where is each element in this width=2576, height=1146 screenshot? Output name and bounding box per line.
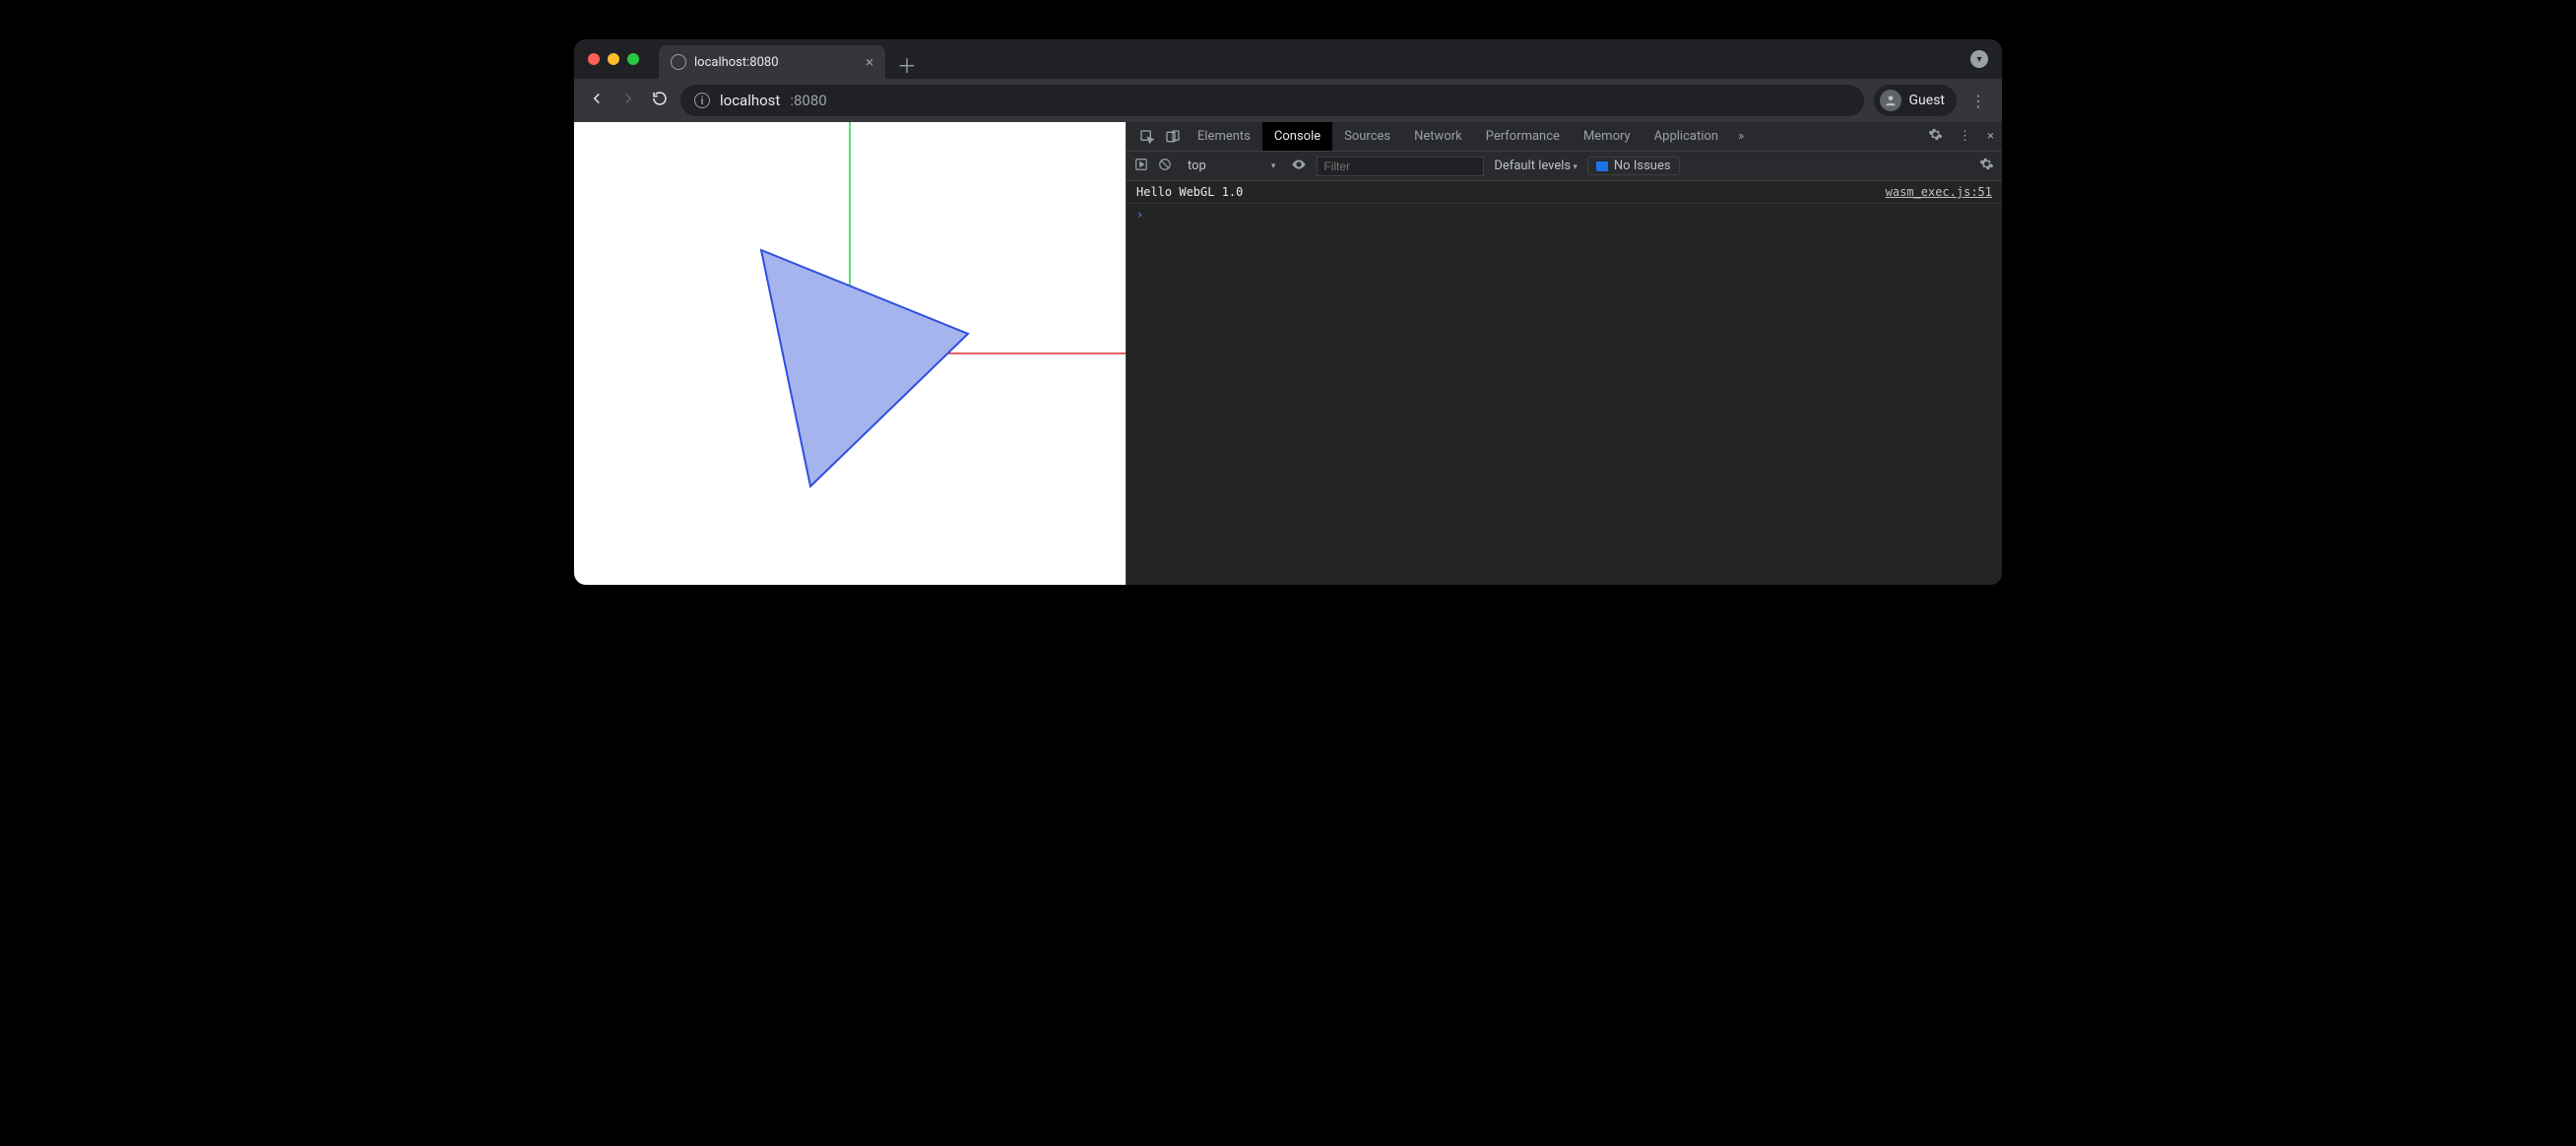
context-selector[interactable]: top <box>1182 159 1281 173</box>
live-expression-icon[interactable] <box>1291 157 1307 176</box>
url-port: :8080 <box>790 92 826 109</box>
tab-title: localhost:8080 <box>694 55 779 70</box>
titlebar: localhost:8080 × ＋ ▾ <box>574 39 2002 79</box>
clear-console-icon[interactable] <box>1158 158 1172 175</box>
console-toolbar: top Default levels No Issues <box>1127 152 2002 181</box>
new-tab-button[interactable]: ＋ <box>885 50 929 79</box>
more-tabs-icon[interactable]: » <box>1730 129 1752 144</box>
device-toolbar-icon[interactable] <box>1160 129 1186 145</box>
site-info-icon[interactable]: i <box>694 93 710 108</box>
devtools-menu-icon[interactable]: ⋮ <box>1951 129 1979 144</box>
minimize-window-button[interactable] <box>608 53 619 65</box>
address-bar[interactable]: i localhost :8080 <box>680 85 1864 116</box>
content-area: Elements Console Sources Network Perform… <box>574 122 2002 585</box>
browser-menu-button[interactable]: ⋮ <box>1966 92 1990 110</box>
devtools-tabstrip: Elements Console Sources Network Perform… <box>1127 122 2002 152</box>
console-settings-icon[interactable] <box>1979 157 1994 175</box>
log-message: Hello WebGL 1.0 <box>1136 185 1243 199</box>
console-prompt[interactable] <box>1127 204 2002 225</box>
forward-button[interactable] <box>617 90 639 111</box>
tab-strip: localhost:8080 × ＋ <box>659 39 1970 79</box>
tab-performance[interactable]: Performance <box>1474 122 1572 151</box>
log-levels-selector[interactable]: Default levels <box>1494 159 1578 173</box>
issues-icon <box>1596 161 1608 171</box>
close-window-button[interactable] <box>588 53 600 65</box>
webgl-canvas <box>574 122 1126 585</box>
tab-console[interactable]: Console <box>1262 122 1332 151</box>
issues-button[interactable]: No Issues <box>1587 157 1680 175</box>
tab-sources[interactable]: Sources <box>1332 122 1402 151</box>
console-log-row: Hello WebGL 1.0 wasm_exec.js:51 <box>1127 181 2002 204</box>
devtools-close-icon[interactable]: × <box>1979 129 2002 144</box>
devtools-panel: Elements Console Sources Network Perform… <box>1126 122 2002 585</box>
tab-application[interactable]: Application <box>1642 122 1730 151</box>
browser-tab[interactable]: localhost:8080 × <box>659 45 885 79</box>
console-output: Hello WebGL 1.0 wasm_exec.js:51 <box>1127 181 2002 585</box>
back-button[interactable] <box>586 90 608 111</box>
tab-memory[interactable]: Memory <box>1572 122 1642 151</box>
devtools-settings-icon[interactable] <box>1920 127 1951 146</box>
profile-label: Guest <box>1909 93 1945 108</box>
execution-context-icon[interactable] <box>1134 158 1148 175</box>
reload-button[interactable] <box>649 90 671 111</box>
console-filter-input[interactable] <box>1317 157 1484 176</box>
tab-elements[interactable]: Elements <box>1186 122 1262 151</box>
browser-window: localhost:8080 × ＋ ▾ i localhost:8080 Gu… <box>574 39 2002 585</box>
tab-search-icon[interactable]: ▾ <box>1970 50 1988 68</box>
url-host: localhost <box>720 92 780 109</box>
close-tab-icon[interactable]: × <box>866 55 873 70</box>
page-viewport[interactable] <box>574 122 1126 585</box>
profile-button[interactable]: Guest <box>1874 85 1957 116</box>
window-controls <box>588 53 639 65</box>
tab-network[interactable]: Network <box>1402 122 1474 151</box>
avatar-icon <box>1880 90 1901 111</box>
triangle-shape <box>761 250 968 486</box>
inspect-element-icon[interactable] <box>1134 129 1160 145</box>
maximize-window-button[interactable] <box>627 53 639 65</box>
log-source-link[interactable]: wasm_exec.js:51 <box>1886 185 1992 199</box>
address-toolbar: i localhost :8080 Guest ⋮ <box>574 79 2002 122</box>
globe-icon <box>671 54 686 70</box>
